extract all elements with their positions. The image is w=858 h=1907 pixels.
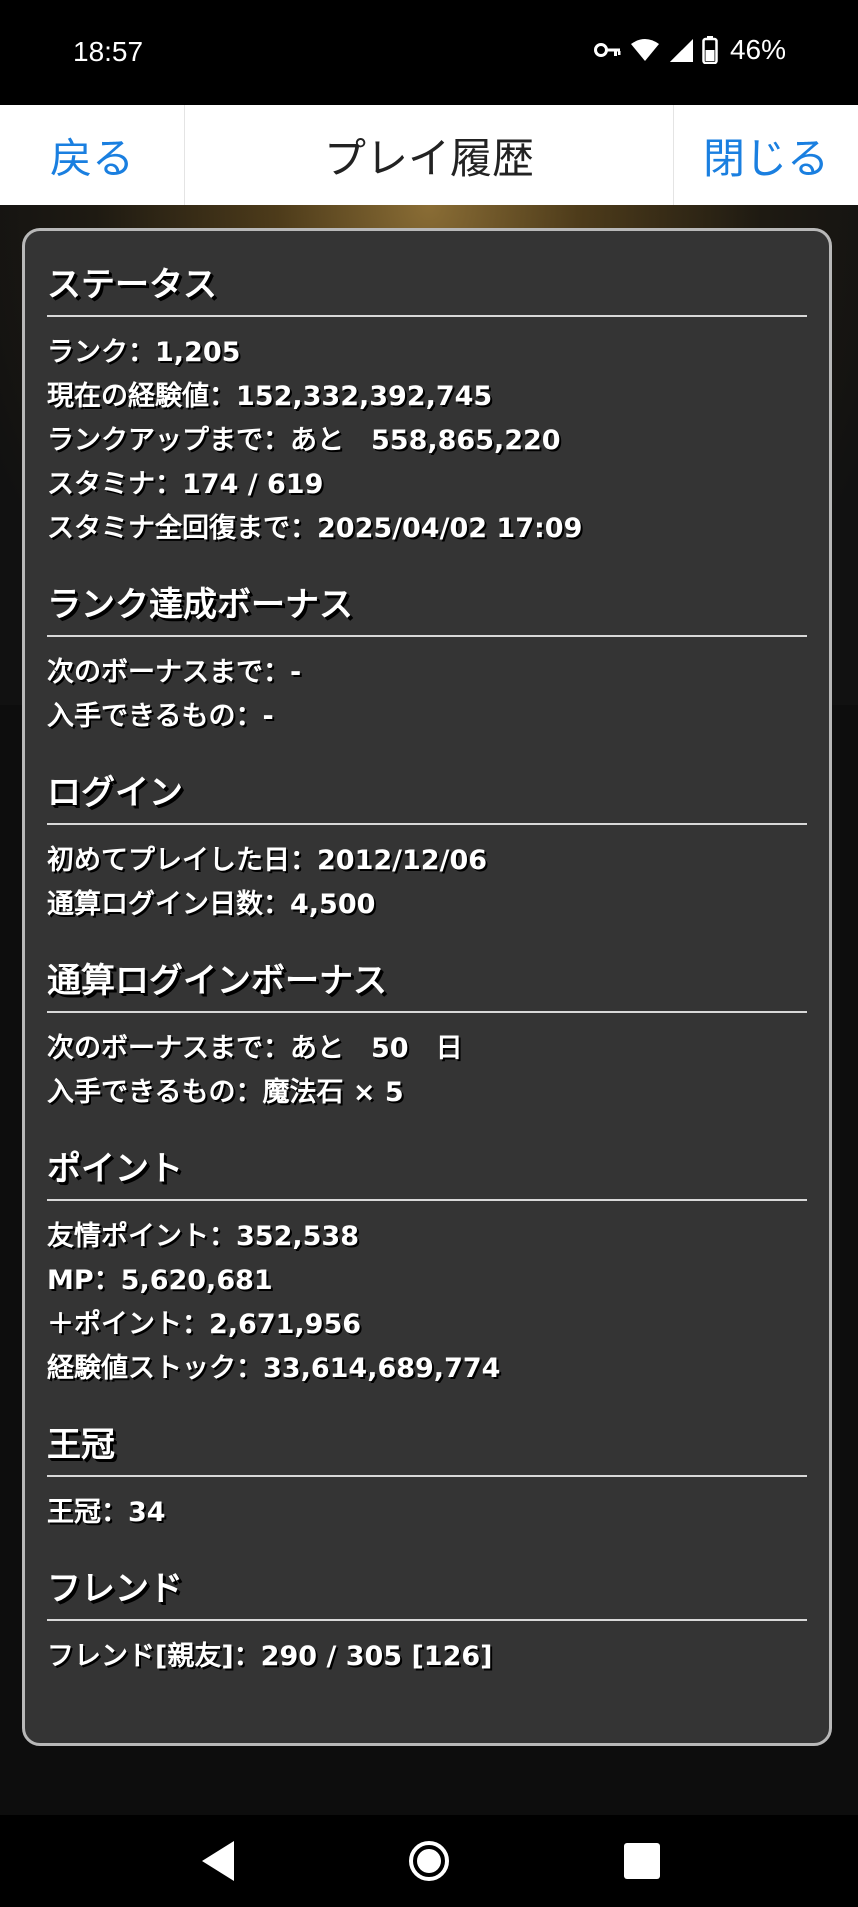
info-row: 通算ログイン日数：4,500 [47,889,376,920]
battery-percent: 46% [729,34,786,65]
section-friends: フレンド フレンド[親友]：290 / 305 [126] [47,1553,807,1679]
info-row: スタミナ：174 / 619 [47,469,324,500]
section-points: ポイント 友情ポイント：352,538 MP：5,620,681 ＋ポイント：2… [47,1133,807,1391]
home-icon[interactable] [401,1833,457,1889]
signal-icon [668,37,694,63]
info-row: 友情ポイント：352,538 [47,1221,359,1252]
system-nav-bar [0,1815,858,1907]
section-title: 王冠 [47,1409,807,1477]
info-row: ランクアップまで：あと 558,865,220 [47,425,561,456]
status-time: 18:57 [73,36,144,67]
info-row: フレンド[親友]：290 / 305 [126] [47,1641,493,1672]
section-title: ログイン [47,757,807,825]
section-rank-bonus: ランク達成ボーナス 次のボーナスまで：- 入手できるもの：- [47,569,807,739]
section-login: ログイン 初めてプレイした日：2012/12/06 通算ログイン日数：4,500 [47,757,807,927]
section-title: ポイント [47,1133,807,1201]
info-row: 入手できるもの：- [47,701,274,732]
info-row: ランク：1,205 [47,337,241,368]
section-title: ステータス [47,249,807,317]
section-title: ランク達成ボーナス [47,569,807,637]
play-history-panel[interactable]: ステータス ランク：1,205 現在の経験値：152,332,392,745 ラ… [22,228,832,1746]
status-icons: 46% [593,34,786,66]
back-icon[interactable] [190,1833,246,1889]
back-button[interactable]: 戻る [0,105,185,205]
section-status: ステータス ランク：1,205 現在の経験値：152,332,392,745 ラ… [47,249,807,551]
info-row: 王冠：34 [47,1497,166,1528]
info-row: 入手できるもの：魔法石 × 5 [47,1077,404,1108]
section-crown: 王冠 王冠：34 [47,1409,807,1535]
section-title: フレンド [47,1553,807,1621]
close-button[interactable]: 閉じる [673,105,858,205]
info-row: 初めてプレイした日：2012/12/06 [47,845,488,876]
status-bar: 18:57 46% [0,0,858,105]
key-icon [593,41,622,59]
info-row: ＋ポイント：2,671,956 [47,1309,362,1340]
section-login-bonus: 通算ログインボーナス 次のボーナスまで：あと 50 日 入手できるもの：魔法石 … [47,945,807,1115]
recents-icon[interactable] [614,1833,670,1889]
info-row: 次のボーナスまで：- [47,657,302,688]
nav-header: 戻る プレイ履歴 閉じる [0,105,858,205]
info-row: スタミナ全回復まで：2025/04/02 17:09 [47,513,583,544]
info-row: 現在の経験値：152,332,392,745 [47,381,493,412]
info-row: MP：5,620,681 [47,1265,273,1296]
page-title: プレイ履歴 [323,133,534,183]
section-title: 通算ログインボーナス [47,945,807,1013]
info-row: 次のボーナスまで：あと 50 日 [47,1033,463,1064]
wifi-icon [630,38,660,62]
battery-icon [702,36,718,64]
info-row: 経験値ストック：33,614,689,774 [47,1353,501,1384]
